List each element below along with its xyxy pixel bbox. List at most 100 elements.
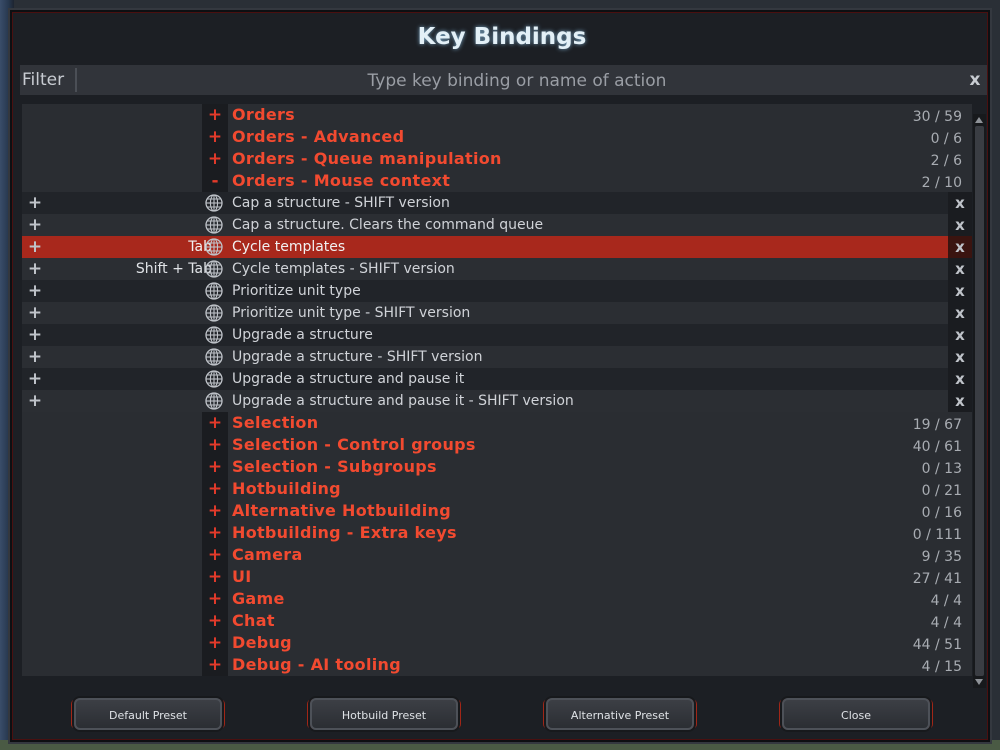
category-count: 2 / 6 [930,153,962,169]
category-row[interactable]: + Camera 9 / 35 [22,544,972,566]
category-row[interactable]: + Selection - Subgroups 0 / 13 [22,456,972,478]
expand-toggle[interactable]: + [202,126,228,148]
expand-toggle[interactable]: + [202,456,228,478]
add-binding-button[interactable]: + [22,324,48,346]
remove-binding-button[interactable]: x [948,192,972,214]
category-row[interactable]: + Selection - Control groups 40 / 61 [22,434,972,456]
category-row[interactable]: + Hotbuilding - Extra keys 0 / 111 [22,522,972,544]
action-label: Upgrade a structure [232,327,373,343]
category-row[interactable]: + Chat 4 / 4 [22,610,972,632]
alternative-preset-button[interactable]: Alternative Preset [546,698,694,730]
category-row[interactable]: + UI 27 / 41 [22,566,972,588]
remove-binding-button[interactable]: x [948,368,972,390]
action-row[interactable]: + Tab Cycle templates x [22,236,972,258]
globe-icon [205,304,223,322]
category-row[interactable]: + Orders - Advanced 0 / 6 [22,126,972,148]
action-row[interactable]: + Upgrade a structure and pause it - SHIF… [22,390,972,412]
hotbuild-preset-button[interactable]: Hotbuild Preset [310,698,458,730]
action-row[interactable]: + Upgrade a structure - SHIFT version x [22,346,972,368]
globe-icon [205,326,223,344]
add-binding-button[interactable]: + [22,192,48,214]
expand-toggle[interactable]: + [202,434,228,456]
category-label: Camera [232,545,303,564]
category-row[interactable]: + Debug - AI tooling 4 / 15 [22,654,972,676]
filter-input[interactable] [80,65,954,97]
scroll-up-arrow-icon[interactable] [975,117,983,123]
category-spacer [22,170,202,192]
filter-clear-button[interactable]: x [965,65,985,95]
category-spacer [22,588,202,610]
action-row[interactable]: + Upgrade a structure x [22,324,972,346]
expand-toggle[interactable]: + [202,632,228,654]
category-label: Selection - Subgroups [232,457,437,476]
action-row[interactable]: + Cap a structure. Clears the command que… [22,214,972,236]
expand-toggle[interactable]: + [202,654,228,676]
default-preset-button[interactable]: Default Preset [74,698,222,730]
add-binding-button[interactable]: + [22,214,48,236]
category-count: 19 / 67 [912,417,962,433]
category-body: UI 27 / 41 [228,566,972,588]
category-spacer [22,544,202,566]
expand-toggle[interactable]: + [202,478,228,500]
remove-binding-button[interactable]: x [948,214,972,236]
scroll-thumb[interactable] [975,126,984,676]
category-row[interactable]: - Orders - Mouse context 2 / 10 [22,170,972,192]
category-label: Selection [232,413,319,432]
remove-binding-button[interactable]: x [948,280,972,302]
globe-icon [205,194,223,212]
category-spacer [22,522,202,544]
expand-toggle[interactable]: + [202,588,228,610]
scrollbar[interactable] [973,114,986,688]
expand-toggle[interactable]: - [202,170,228,192]
action-label: Upgrade a structure and pause it - SHIFT… [232,393,574,409]
remove-binding-button[interactable]: x [948,302,972,324]
category-label: Orders [232,105,296,124]
expand-toggle[interactable]: + [202,610,228,632]
category-row[interactable]: + Alternative Hotbuilding 0 / 16 [22,500,972,522]
add-binding-button[interactable]: + [22,236,48,258]
category-spacer [22,148,202,170]
add-binding-button[interactable]: + [22,346,48,368]
category-row[interactable]: + Orders 30 / 59 [22,104,972,126]
action-row[interactable]: + Cap a structure - SHIFT version x [22,192,972,214]
expand-toggle[interactable]: + [202,104,228,126]
category-label: Orders - Mouse context [232,171,451,190]
remove-binding-button[interactable]: x [948,390,972,412]
expand-toggle[interactable]: + [202,148,228,170]
category-spacer [22,566,202,588]
category-row[interactable]: + Hotbuilding 0 / 21 [22,478,972,500]
add-binding-button[interactable]: + [22,280,48,302]
category-label: Debug - AI tooling [232,655,401,674]
globe-icon [205,370,223,388]
expand-toggle[interactable]: + [202,544,228,566]
action-label: Cap a structure. Clears the command queu… [232,217,544,233]
expand-toggle[interactable]: + [202,500,228,522]
add-binding-button[interactable]: + [22,258,48,280]
scroll-down-arrow-icon[interactable] [975,679,983,685]
category-count: 0 / 13 [921,461,962,477]
add-binding-button[interactable]: + [22,368,48,390]
action-row[interactable]: + Upgrade a structure and pause it x [22,368,972,390]
add-binding-button[interactable]: + [22,302,48,324]
category-row[interactable]: + Selection 19 / 67 [22,412,972,434]
expand-toggle[interactable]: + [202,566,228,588]
expand-toggle[interactable]: + [202,412,228,434]
remove-binding-button[interactable]: x [948,236,972,258]
add-binding-button[interactable]: + [22,390,48,412]
category-row[interactable]: + Debug 44 / 51 [22,632,972,654]
remove-binding-button[interactable]: x [948,324,972,346]
remove-binding-button[interactable]: x [948,258,972,280]
category-count: 4 / 15 [921,659,962,675]
action-row[interactable]: + Shift + Tab Cycle templates - SHIFT vers… [22,258,972,280]
action-row[interactable]: + Prioritize unit type x [22,280,972,302]
globe-icon [205,348,223,366]
category-count: 4 / 4 [930,593,962,609]
category-row[interactable]: + Orders - Queue manipulation 2 / 6 [22,148,972,170]
category-label: Chat [232,611,275,630]
close-button[interactable]: Close [782,698,930,730]
action-label: Prioritize unit type [232,283,361,299]
action-row[interactable]: + Prioritize unit type - SHIFT version x [22,302,972,324]
remove-binding-button[interactable]: x [948,346,972,368]
category-row[interactable]: + Game 4 / 4 [22,588,972,610]
expand-toggle[interactable]: + [202,522,228,544]
